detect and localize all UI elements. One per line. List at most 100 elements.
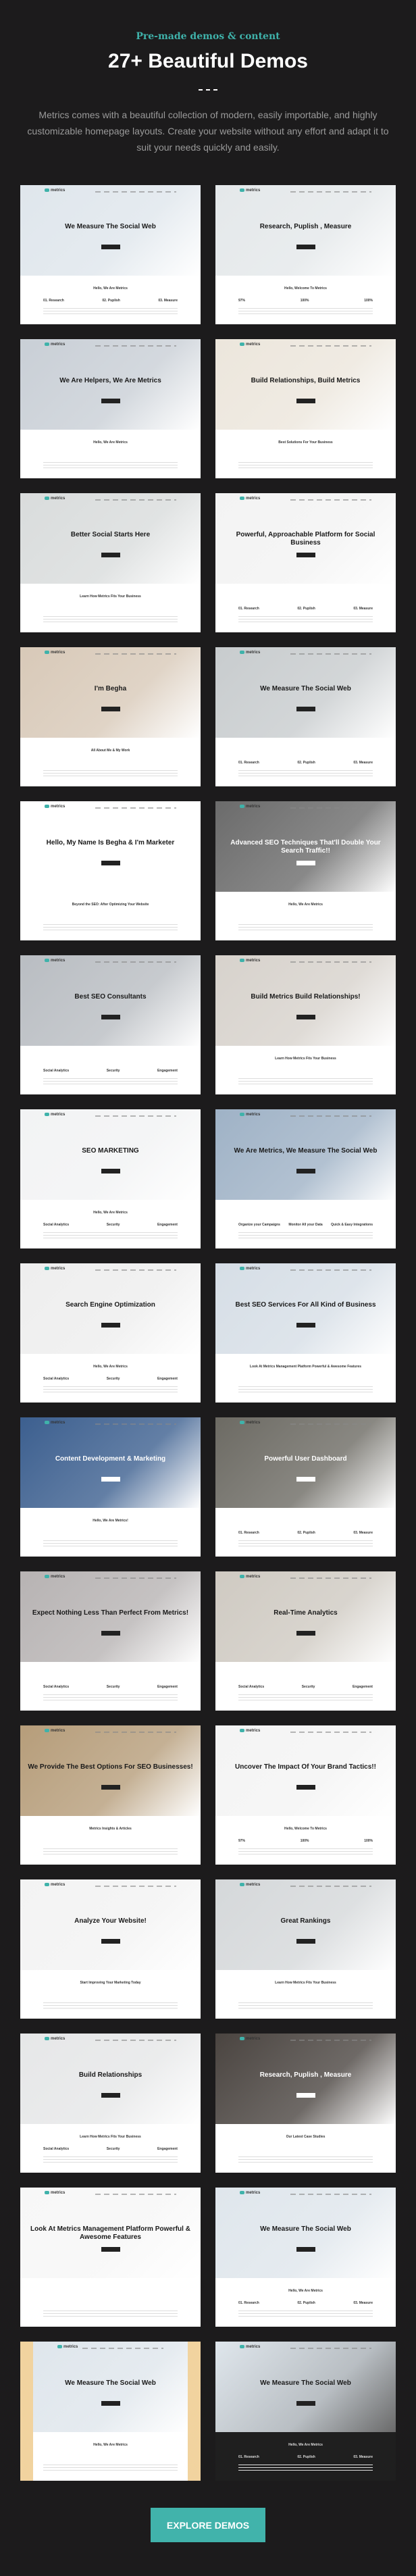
logo-icon — [45, 1267, 49, 1270]
demo-thumbnail[interactable]: metrics Hello, My Name Is Begha & I'm Mar… — [20, 801, 201, 940]
demo-thumbnail[interactable]: metrics I'm Begha All About Me & My Work — [20, 647, 201, 786]
demo-thumbnail[interactable]: metrics Uncover The Impact Of Your Brand … — [215, 1725, 396, 1865]
demo-thumbnail[interactable]: metrics Look At Metrics Management Platfo… — [20, 2188, 201, 2327]
demo-hero-button — [101, 1939, 120, 1944]
demo-nav-links — [290, 191, 371, 193]
demo-hero-image: metrics Search Engine Optimization — [20, 1263, 201, 1354]
demo-thumbnail[interactable]: metrics Better Social Starts Here Learn Ho… — [20, 493, 201, 632]
demo-thumbnail[interactable]: metrics Content Development & Marketing He… — [20, 1417, 201, 1557]
demo-thumbnail[interactable]: metrics Best SEO Services For All Kind of… — [215, 1263, 396, 1403]
demo-feature-label: 03. Measure — [158, 299, 178, 303]
demo-hero-title: Research, Puplish , Measure — [259, 2071, 352, 2079]
demo-nav-links — [290, 1269, 371, 1271]
demo-logo: metrics — [45, 959, 65, 963]
demo-thumbnail[interactable]: metrics We Are Helpers, We Are Metrics Hel… — [20, 339, 201, 478]
demo-thumbnail[interactable]: metrics Analyze Your Website! Start Improv… — [20, 1879, 201, 2019]
demo-hero-title: Research, Puplish , Measure — [259, 223, 352, 230]
logo-text: metrics — [51, 1729, 66, 1734]
demo-logo: metrics — [240, 651, 260, 655]
demo-thumbnail[interactable]: metrics We Provide The Best Options For S… — [20, 1725, 201, 1865]
demo-logo: metrics — [45, 1729, 65, 1733]
demo-thumbnail[interactable]: metrics Expect Nothing Less Than Perfect … — [20, 1571, 201, 1711]
demo-navbar: metrics — [215, 1263, 396, 1274]
demo-thumbnail[interactable]: metrics Research, Puplish , Measure Hello,… — [215, 185, 396, 324]
demo-thumbnail[interactable]: metrics Build Relationships Learn How Metr… — [20, 2034, 201, 2173]
demo-hero-button — [296, 861, 315, 865]
demo-thumbnail[interactable]: metrics Powerful, Approachable Platform f… — [215, 493, 396, 632]
logo-icon — [240, 805, 244, 808]
demo-nav-links — [290, 1577, 371, 1579]
demo-hero-button — [296, 707, 315, 711]
logo-icon — [240, 1575, 244, 1578]
demo-hero-title: I'm Begha — [94, 685, 127, 692]
demo-hero-title: We Measure The Social Web — [65, 223, 156, 230]
demo-text-lines — [238, 2310, 373, 2319]
demo-thumbnail[interactable]: metrics Powerful User Dashboard 01. Resear… — [215, 1417, 396, 1557]
demo-hero-button — [101, 707, 120, 711]
logo-text: metrics — [51, 1421, 66, 1425]
demo-feature-label: Social Analytics — [43, 1223, 70, 1227]
demo-hero-title: Build Relationships, Build Metrics — [251, 377, 361, 384]
demo-feature-columns: 01. Research 02. Puplish 03. Measure — [238, 607, 373, 611]
demo-hero-image: metrics Hello, My Name Is Begha & I'm Mar… — [20, 801, 201, 892]
logo-icon — [240, 1729, 244, 1732]
demo-section-title: Our Latest Case Studies — [286, 2135, 326, 2139]
demo-thumbnail[interactable]: metrics We Are Metrics, We Measure The So… — [215, 1109, 396, 1248]
demo-text-lines — [238, 1540, 373, 1548]
demo-hero-image: metrics Expect Nothing Less Than Perfect … — [20, 1571, 201, 1662]
demo-thumbnail[interactable]: metrics Search Engine Optimization Hello, … — [20, 1263, 201, 1403]
demo-hero-title: Advanced SEO Techniques That'll Double Y… — [230, 839, 381, 855]
logo-icon — [240, 188, 244, 192]
logo-icon — [240, 1267, 244, 1270]
demo-feature-columns: 01. Research 02. Puplish 03. Measure — [238, 2301, 373, 2305]
demo-navbar: metrics — [20, 955, 201, 966]
demo-thumbnail[interactable]: metrics We Measure The Social Web Hello, W… — [215, 2342, 396, 2481]
demo-nav-links — [95, 191, 176, 193]
demo-hero-image: metrics We Are Helpers, We Are Metrics — [20, 339, 201, 430]
demo-thumbnail[interactable]: metrics Research, Puplish , Measure Our La… — [215, 2034, 396, 2173]
demo-hero-title: We Measure The Social Web — [260, 685, 351, 692]
demo-navbar: metrics — [215, 1109, 396, 1120]
demo-feature-label: 01. Research — [238, 607, 259, 611]
demo-logo: metrics — [57, 2345, 78, 2349]
logo-icon — [240, 959, 244, 962]
demo-thumbnail[interactable]: metrics Great Rankings Learn How Metrics F… — [215, 1879, 396, 2019]
demo-hero-title: Search Engine Optimization — [66, 1301, 155, 1309]
demo-thumbnail[interactable]: metrics We Measure The Social Web Hello, W… — [215, 2188, 396, 2327]
demo-feature-label: Engagement — [157, 1069, 178, 1073]
demo-thumbnail[interactable]: metrics Real-Time Analytics Social Analyti… — [215, 1571, 396, 1711]
demo-feature-label: Security — [106, 1223, 120, 1227]
logo-icon — [240, 2345, 244, 2348]
demo-thumbnail[interactable]: metrics We Measure The Social Web Hello, W… — [20, 2342, 201, 2481]
demo-feature-label: 100% — [364, 1839, 373, 1843]
logo-icon — [45, 1113, 49, 1116]
demo-text-lines — [238, 924, 373, 932]
demo-thumbnail[interactable]: metrics Best SEO Consultants Social Analyt… — [20, 955, 201, 1094]
demo-section-title: Hello, We Are Metrics — [93, 1365, 128, 1369]
demo-thumbnail[interactable]: metrics We Measure The Social Web 01. Rese… — [215, 647, 396, 786]
demo-logo: metrics — [240, 1421, 260, 1425]
demo-thumbnail[interactable]: metrics Build Relationships, Build Metric… — [215, 339, 396, 478]
demo-hero-button — [101, 1015, 120, 1019]
logo-text: metrics — [246, 959, 261, 963]
demo-thumbnail[interactable]: metrics Advanced SEO Techniques That'll D… — [215, 801, 396, 940]
demo-text-lines — [238, 462, 373, 470]
demo-feature-label: 01. Research — [238, 2301, 259, 2305]
logo-icon — [45, 497, 49, 500]
explore-demos-button[interactable]: EXPLORE DEMOS — [151, 2508, 265, 2542]
demo-feature-columns: 01. Research 02. Puplish 03. Measure — [238, 761, 373, 765]
demo-section-title: Best Solutions For Your Business — [278, 440, 333, 445]
demo-logo: metrics — [240, 497, 260, 501]
demo-feature-label: Organize your Campaigns — [238, 1223, 280, 1227]
demo-thumbnail[interactable]: metrics We Measure The Social Web Hello, W… — [20, 185, 201, 324]
demo-feature-label: Engagement — [157, 1377, 178, 1381]
demo-hero-image: metrics Uncover The Impact Of Your Brand … — [215, 1725, 396, 1816]
demo-hero-title: Powerful, Approachable Platform for Soci… — [236, 531, 375, 547]
demo-navbar: metrics — [20, 2034, 201, 2044]
demo-logo: metrics — [45, 2037, 65, 2041]
demo-section-title: All About Me & My Work — [90, 749, 130, 753]
demo-thumbnail[interactable]: metrics SEO MARKETING Hello, We Are Metric… — [20, 1109, 201, 1248]
demo-thumbnail[interactable]: metrics Build Metrics Build Relationships… — [215, 955, 396, 1094]
demo-text-lines — [43, 462, 178, 470]
demo-text-lines — [238, 2156, 373, 2165]
